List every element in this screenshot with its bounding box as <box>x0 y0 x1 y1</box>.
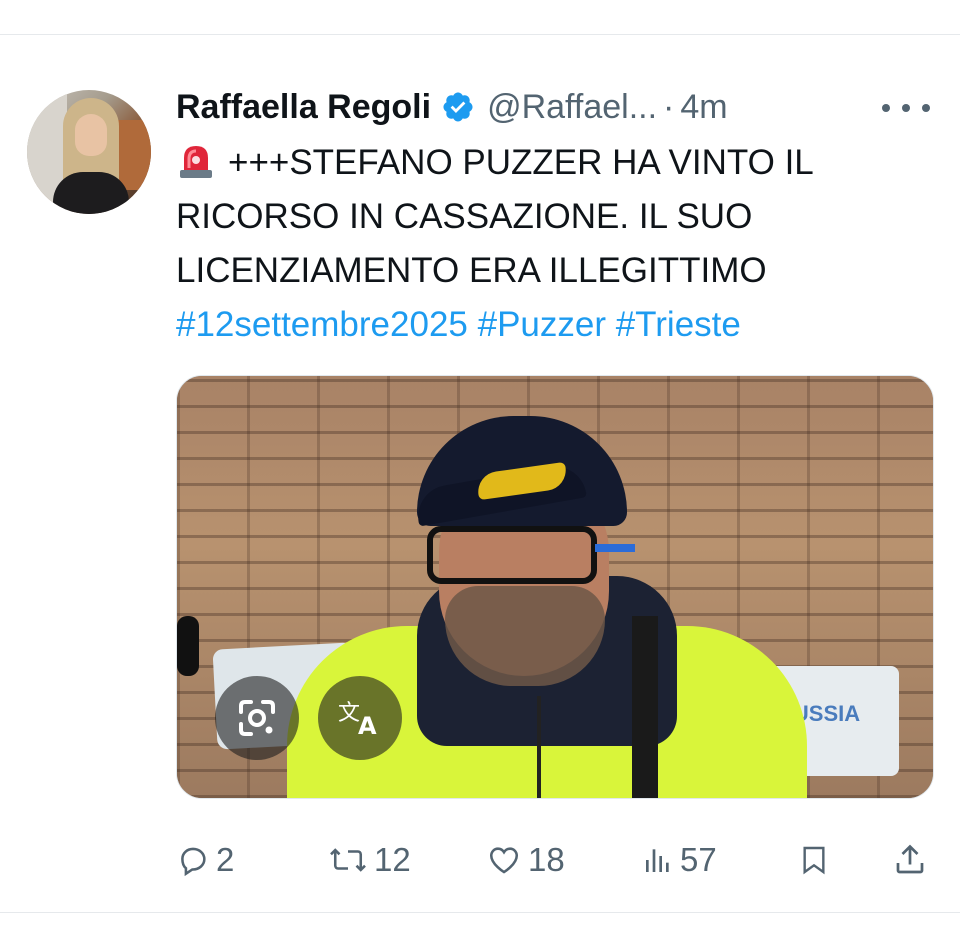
views-count: 57 <box>680 841 717 878</box>
tweet-actions: 2 12 18 57 <box>176 836 936 884</box>
reply-icon <box>176 843 210 877</box>
google-lens-icon[interactable] <box>215 676 299 760</box>
top-divider <box>0 34 960 35</box>
bookmark-icon <box>798 842 830 878</box>
more-options-icon[interactable] <box>882 96 930 120</box>
verified-badge-icon <box>441 90 475 124</box>
like-button[interactable]: 18 <box>486 836 565 884</box>
tweet-text-line-3: LICENZIAMENTO ERA ILLEGITTIMO <box>176 251 767 290</box>
image-strap <box>632 616 658 798</box>
svg-text:文: 文 <box>338 701 360 726</box>
reply-button[interactable]: 2 <box>176 836 234 884</box>
more-dot <box>882 104 890 112</box>
like-icon <box>486 843 522 877</box>
more-dot <box>922 104 930 112</box>
tweet-text-line-2: RICORSO IN CASSAZIONE. IL SUO <box>176 197 753 236</box>
tweet-image[interactable]: RUSSIA 文 A <box>176 375 934 799</box>
image-zip <box>537 696 541 798</box>
author-handle[interactable]: @Raffael... <box>487 88 657 127</box>
views-icon <box>642 843 674 877</box>
retweet-button[interactable]: 12 <box>328 836 411 884</box>
rotating-light-emoji-icon <box>176 140 216 180</box>
share-button[interactable] <box>892 836 928 884</box>
separator-dot: · <box>663 87 675 126</box>
author-name[interactable]: Raffaella Regoli <box>176 88 431 127</box>
image-microphone <box>177 616 199 676</box>
retweet-count: 12 <box>374 841 411 878</box>
image-glasses-arm <box>595 544 635 552</box>
tweet-hashtags[interactable]: #12settembre2025 #Puzzer #Trieste <box>176 298 936 352</box>
more-dot <box>902 104 910 112</box>
author-avatar[interactable] <box>27 90 151 214</box>
svg-text:A: A <box>358 712 377 740</box>
tweet-text-line-1: +++STEFANO PUZZER HA VINTO IL <box>176 136 936 190</box>
avatar-face <box>75 114 107 156</box>
image-glasses-bridge <box>507 532 517 578</box>
like-count: 18 <box>528 841 565 878</box>
avatar-body <box>53 172 129 214</box>
views-button[interactable]: 57 <box>642 836 717 884</box>
timestamp[interactable]: 4m <box>680 88 727 127</box>
translate-icon[interactable]: 文 A <box>318 676 402 760</box>
tweet-header: Raffaella Regoli @Raffael... · 4m <box>176 84 728 130</box>
reply-count: 2 <box>216 841 235 878</box>
share-icon <box>892 842 928 878</box>
retweet-icon <box>328 843 368 877</box>
tweet-text: +++STEFANO PUZZER HA VINTO IL RICORSO IN… <box>176 136 936 352</box>
tweet-text-content: +++STEFANO PUZZER HA VINTO IL <box>228 143 814 182</box>
bottom-divider <box>0 912 960 913</box>
bookmark-button[interactable] <box>798 836 830 884</box>
